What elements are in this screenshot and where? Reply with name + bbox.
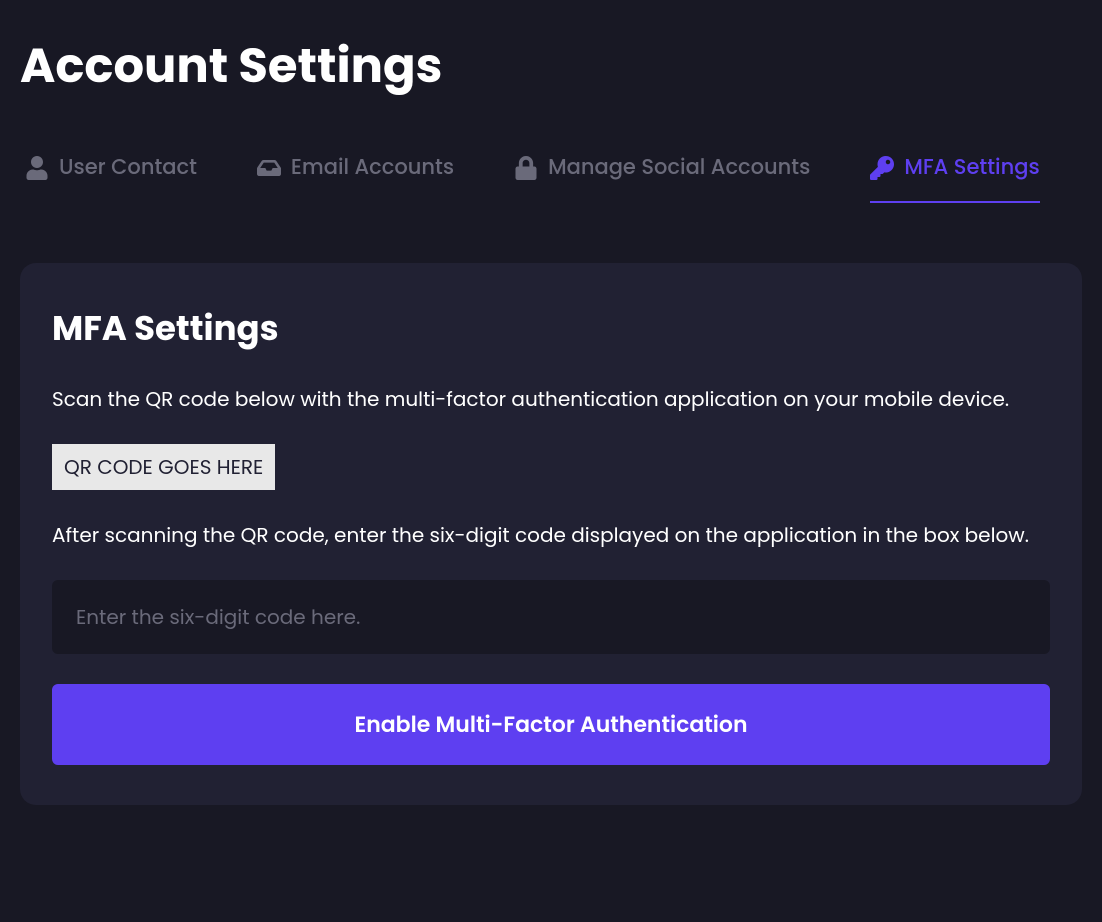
tab-email-accounts[interactable]: Email Accounts (257, 152, 454, 203)
tabs-container: User Contact Email Accounts Manage Socia… (20, 152, 1082, 203)
tab-label: Manage Social Accounts (548, 152, 810, 183)
tab-mfa-settings[interactable]: MFA Settings (870, 152, 1039, 203)
page-title: Account Settings (20, 30, 1082, 102)
enter-code-instruction: After scanning the QR code, enter the si… (52, 520, 1050, 550)
enable-mfa-button[interactable]: Enable Multi-Factor Authentication (52, 684, 1050, 765)
tab-manage-social[interactable]: Manage Social Accounts (514, 152, 810, 203)
key-icon (870, 156, 894, 180)
scan-instruction: Scan the QR code below with the multi-fa… (52, 384, 1050, 414)
lock-icon (514, 156, 538, 180)
tab-label: MFA Settings (904, 152, 1039, 183)
qr-code-placeholder: QR CODE GOES HERE (52, 444, 275, 490)
mfa-code-input[interactable] (52, 580, 1050, 654)
mfa-settings-card: MFA Settings Scan the QR code below with… (20, 263, 1082, 805)
tab-label: Email Accounts (291, 152, 454, 183)
tab-label: User Contact (59, 152, 197, 183)
inbox-icon (257, 156, 281, 180)
card-title: MFA Settings (52, 303, 1050, 354)
user-icon (25, 156, 49, 180)
tab-user-contact[interactable]: User Contact (25, 152, 197, 203)
